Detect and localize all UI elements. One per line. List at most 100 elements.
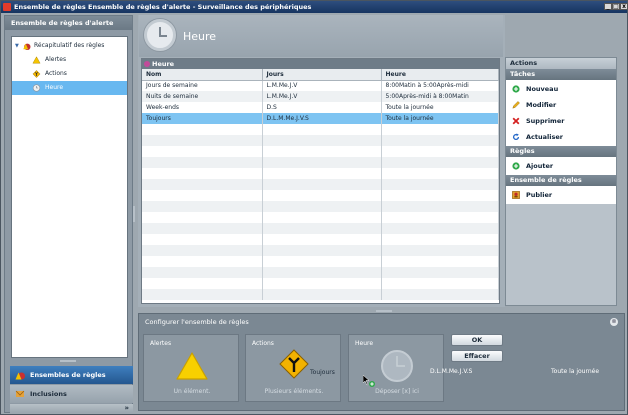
actions-drop-slot[interactable]: Actions Toujours Plusieurs éléments. [245, 334, 341, 402]
add-rule-button[interactable]: Ajouter [506, 158, 616, 174]
table-row[interactable] [142, 124, 499, 135]
nav-button-inclusions[interactable]: Inclusions [10, 385, 133, 403]
table-cell [142, 289, 263, 300]
table-cell: L.M.Me.J.V [262, 80, 382, 91]
vertical-splitter-grip[interactable] [133, 206, 135, 222]
table-cell [262, 135, 382, 146]
table-row[interactable] [142, 201, 499, 212]
table-cell: Toute la journée [381, 113, 499, 124]
table-cell [142, 146, 263, 157]
slot-value: Toujours [310, 369, 335, 376]
app-window: Ensemble de règles Ensemble de règles d'… [0, 0, 628, 415]
column-header-time[interactable]: Heure [381, 69, 499, 81]
table-cell [142, 256, 263, 267]
tree-item-alerts[interactable]: Alertes [12, 53, 127, 67]
clock-icon [144, 19, 176, 51]
nav-button-rulesets[interactable]: Ensembles de règles [10, 366, 133, 384]
table-row[interactable] [142, 223, 499, 234]
table-cell [262, 267, 382, 278]
table-cell [142, 212, 263, 223]
table-cell [142, 234, 263, 245]
table-row[interactable] [142, 179, 499, 190]
table-row[interactable] [142, 190, 499, 201]
table-cell: Toute la journée [381, 102, 499, 113]
tree-item-summary[interactable]: ▼ Récapitulatif des règles [12, 39, 127, 53]
table-row[interactable]: Nuits de semaine L.M.Me.J.V 5:00Après-midi… [142, 91, 499, 102]
table-cell: Toujours [142, 113, 263, 124]
table-cell [381, 146, 499, 157]
table-row[interactable] [142, 212, 499, 223]
tree-item-time[interactable]: Heure [12, 81, 127, 95]
close-panel-icon[interactable]: ⊗ [610, 318, 618, 326]
table-cell [262, 201, 382, 212]
table-cell [381, 245, 499, 256]
expand-arrow-icon[interactable]: ▼ [15, 39, 19, 53]
column-header-days[interactable]: Jours [262, 69, 382, 81]
table-cell: 5:00Après-midi à 8:00Matin [381, 91, 499, 102]
table-row[interactable]: Toujours D.L.M.Me.J.V.S Toute la journée [142, 113, 499, 124]
edit-button[interactable]: Modifier [506, 97, 616, 113]
slot-hint: Un élément. [173, 388, 211, 395]
table-row[interactable] [142, 135, 499, 146]
table-cell [262, 289, 382, 300]
refresh-button[interactable]: Actualiser [506, 129, 616, 145]
table-cell [381, 212, 499, 223]
section-header-ruleset: Ensemble de règles [506, 175, 616, 186]
table-cell [142, 245, 263, 256]
table-cell [381, 256, 499, 267]
tree-item-label: Actions [45, 70, 67, 77]
table-cell [142, 157, 263, 168]
table-row[interactable] [142, 146, 499, 157]
action-label: Publier [526, 191, 553, 199]
table-cell [262, 146, 382, 157]
clock-badge-icon [144, 61, 150, 67]
table-row[interactable] [142, 168, 499, 179]
nav-overflow-button[interactable]: » [10, 404, 133, 413]
minimize-button[interactable]: _ [604, 3, 612, 10]
table-row[interactable] [142, 278, 499, 289]
table-cell [142, 179, 263, 190]
table-cell [381, 179, 499, 190]
table-cell: L.M.Me.J.V [262, 91, 382, 102]
table-cell [381, 135, 499, 146]
table-cell [262, 190, 382, 201]
ok-button[interactable]: OK [451, 334, 503, 346]
selected-time: Toute la journée [551, 368, 600, 375]
title-bar: Ensemble de règles Ensemble de règles d'… [1, 1, 628, 13]
publish-button[interactable]: Publier [506, 187, 616, 203]
clear-button[interactable]: Effacer [451, 350, 503, 362]
slot-hint: Plusieurs éléments. [264, 388, 324, 395]
table-cell [381, 201, 499, 212]
table-cell [381, 190, 499, 201]
tree-item-actions[interactable]: Actions [12, 67, 127, 81]
horizontal-splitter-grip[interactable] [60, 360, 76, 362]
nav-button-label: Inclusions [30, 390, 67, 398]
table-row[interactable] [142, 234, 499, 245]
table-row[interactable]: Jours de semaine L.M.Me.J.V 8:00Matin à 5:… [142, 80, 499, 91]
table-row[interactable] [142, 157, 499, 168]
grid-title: Heure [152, 60, 175, 68]
table-cell [142, 135, 263, 146]
time-grid-panel: Heure Nom Jours Heure Jours de semaine L.… [141, 58, 500, 304]
alerts-drop-slot[interactable]: Alertes Un élément. [143, 334, 239, 402]
add-icon [512, 162, 520, 170]
table-cell [381, 223, 499, 234]
close-window-button[interactable]: x [620, 3, 628, 10]
table-cell [142, 223, 263, 234]
table-cell [142, 168, 263, 179]
column-header-name[interactable]: Nom [142, 69, 263, 81]
table-row[interactable] [142, 245, 499, 256]
table-cell [262, 179, 382, 190]
table-row[interactable] [142, 256, 499, 267]
slot-label: Actions [252, 340, 274, 347]
table-row[interactable] [142, 267, 499, 278]
delete-button[interactable]: Supprimer [506, 113, 616, 129]
page-header: Heure [139, 15, 503, 57]
table-row[interactable] [142, 289, 499, 300]
table-cell [381, 157, 499, 168]
table-row[interactable]: Week-ends D.S Toute la journée [142, 102, 499, 113]
bottom-splitter-grip[interactable] [376, 310, 392, 312]
new-button[interactable]: Nouveau [506, 81, 616, 97]
table-cell: Jours de semaine [142, 80, 263, 91]
maximize-button[interactable]: □ [612, 3, 620, 10]
